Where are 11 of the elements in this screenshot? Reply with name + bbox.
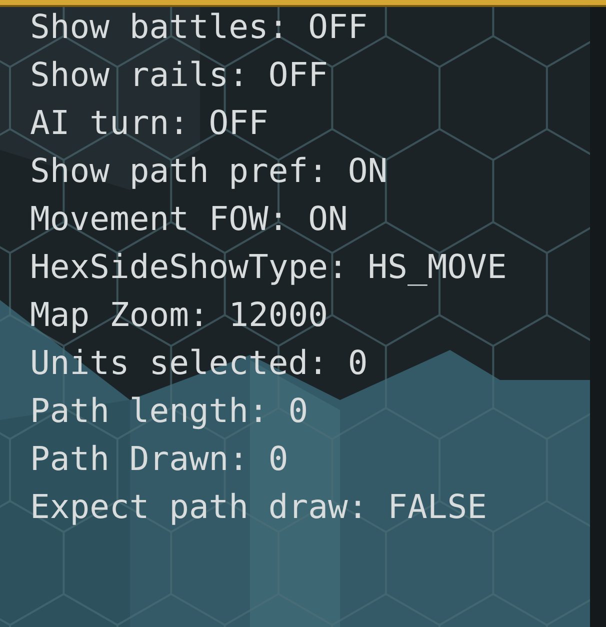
debug-text: Path Drawn: 0 <box>30 438 288 480</box>
debug-text: Units selected: 0 <box>30 342 368 384</box>
debug-text: Show path pref: ON <box>30 150 388 192</box>
debug-text: Movement FOW: ON <box>30 198 348 240</box>
debug-text: AI turn: OFF <box>30 102 268 144</box>
debug-text: Show battles: OFF <box>30 6 368 48</box>
debug-text: Map Zoom: 12000 <box>30 294 328 336</box>
debug-text: Show rails: OFF <box>30 54 328 96</box>
debug-text: HexSideShowType: HS_MOVE <box>30 246 507 288</box>
debug-text: Expect path draw: FALSE <box>30 486 487 528</box>
debug-text: Path length: 0 <box>30 390 308 432</box>
